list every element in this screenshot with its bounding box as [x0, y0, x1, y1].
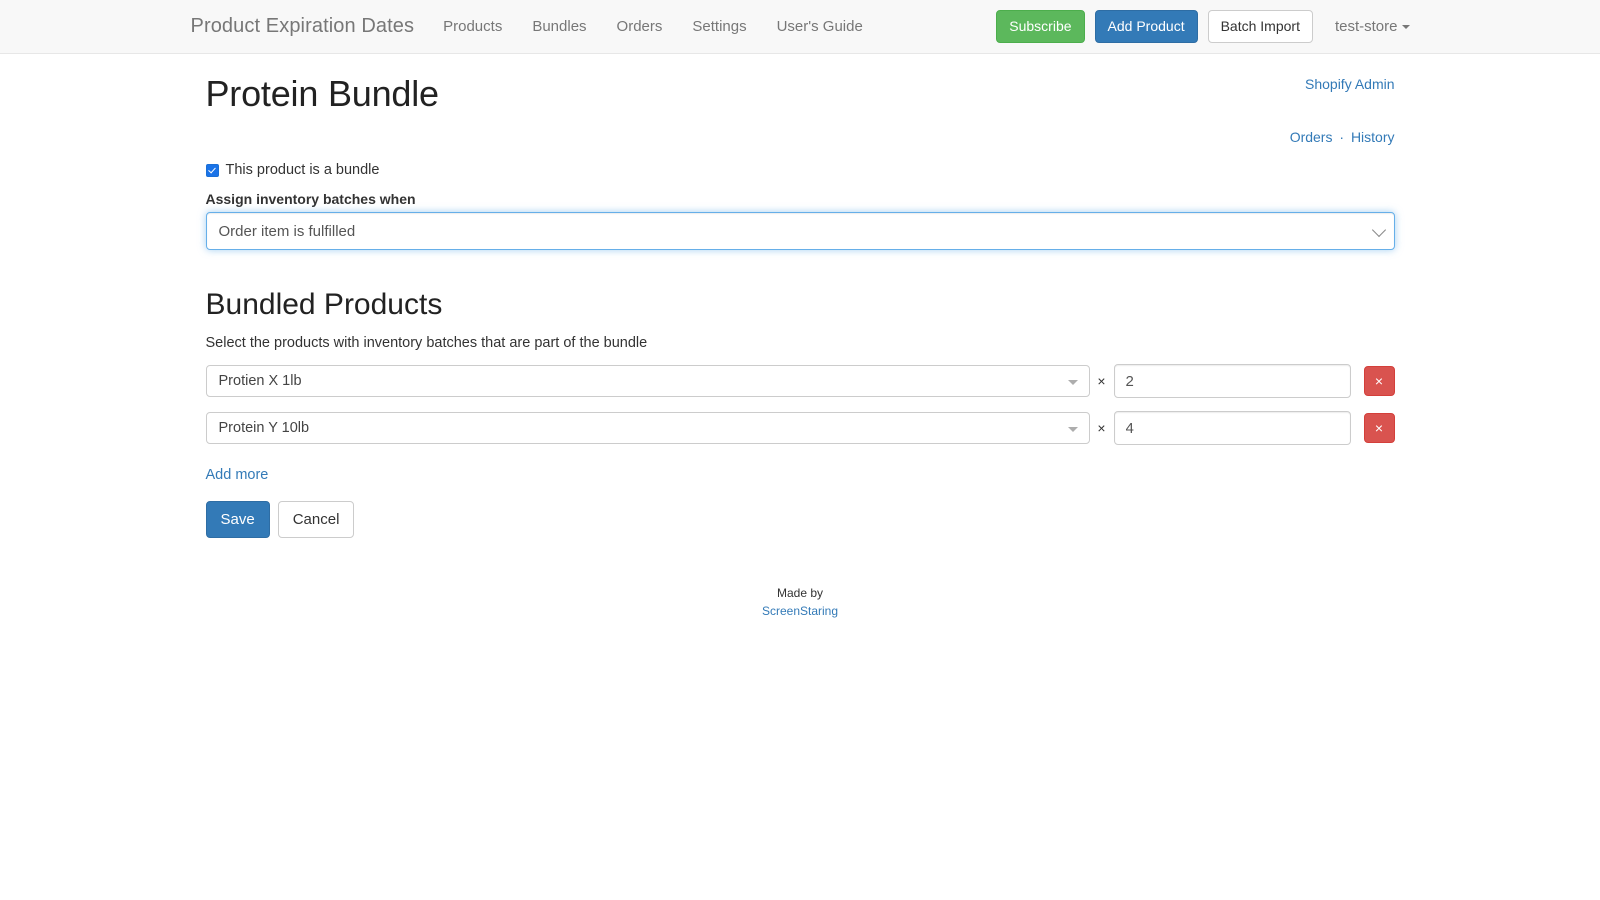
- quantity-input-2[interactable]: [1114, 411, 1351, 445]
- close-icon: ×: [1375, 374, 1383, 388]
- orders-link[interactable]: Orders: [1290, 129, 1333, 145]
- assign-batches-select[interactable]: Order item is fulfilled: [206, 212, 1395, 250]
- save-button[interactable]: Save: [206, 501, 270, 538]
- remove-row-button-2[interactable]: ×: [1364, 413, 1395, 443]
- bundled-product-row: Protien X 1lb × ×: [206, 364, 1395, 398]
- chevron-down-icon: [1371, 223, 1385, 237]
- nav-item-users-guide[interactable]: User's Guide: [762, 0, 878, 54]
- product-select-2-value: Protein Y 10lb: [219, 420, 310, 436]
- product-select-1-value: Protien X 1lb: [219, 373, 302, 389]
- author-link[interactable]: ScreenStaring: [762, 604, 838, 618]
- bundled-products-description: Select the products with inventory batch…: [206, 335, 1395, 351]
- chevron-down-icon: [1402, 25, 1410, 29]
- product-select-2[interactable]: Protein Y 10lb: [206, 412, 1090, 444]
- nav-item-products[interactable]: Products: [428, 0, 517, 54]
- bundled-product-row: Protein Y 10lb × ×: [206, 411, 1395, 445]
- assign-batches-label: Assign inventory batches when: [206, 191, 1395, 207]
- close-icon: ×: [1375, 421, 1383, 435]
- assign-batches-value: Order item is fulfilled: [219, 223, 356, 240]
- made-by-label: Made by: [206, 585, 1395, 602]
- form-actions: Save Cancel: [206, 501, 1395, 538]
- bundle-form: This product is a bundle Assign inventor…: [206, 161, 1395, 538]
- batch-import-button[interactable]: Batch Import: [1208, 10, 1313, 44]
- primary-nav: Products Bundles Orders Settings User's …: [428, 0, 878, 53]
- subscribe-button[interactable]: Subscribe: [996, 10, 1084, 44]
- product-select-1[interactable]: Protien X 1lb: [206, 365, 1090, 397]
- add-more-link[interactable]: Add more: [206, 467, 269, 483]
- multiply-symbol: ×: [1090, 420, 1114, 436]
- store-name-label: test-store: [1335, 18, 1398, 35]
- remove-row-button-1[interactable]: ×: [1364, 366, 1395, 396]
- navbar-actions: Subscribe Add Product Batch Import test-…: [996, 10, 1409, 44]
- page-container: Shopify Admin Protein Bundle Orders · Hi…: [191, 54, 1410, 620]
- navbar-inner: Product Expiration Dates Products Bundle…: [191, 0, 1410, 53]
- bundle-checkbox-label: This product is a bundle: [226, 162, 380, 178]
- add-product-button[interactable]: Add Product: [1095, 10, 1198, 44]
- top-navbar: Product Expiration Dates Products Bundle…: [0, 0, 1600, 54]
- link-separator: ·: [1336, 129, 1347, 145]
- caret-down-icon: [1068, 380, 1078, 385]
- store-dropdown[interactable]: test-store: [1323, 18, 1410, 35]
- caret-down-icon: [1068, 427, 1078, 432]
- bundle-checkbox[interactable]: [206, 164, 219, 177]
- page-title: Protein Bundle: [206, 74, 439, 114]
- nav-item-orders[interactable]: Orders: [602, 0, 678, 54]
- quantity-input-1[interactable]: [1114, 364, 1351, 398]
- multiply-symbol: ×: [1090, 373, 1114, 389]
- nav-item-settings[interactable]: Settings: [677, 0, 761, 54]
- history-link[interactable]: History: [1351, 129, 1395, 145]
- bundled-products-heading: Bundled Products: [206, 288, 1395, 321]
- bundle-checkbox-row: This product is a bundle: [206, 161, 1395, 179]
- record-links: Orders · History: [206, 129, 1395, 149]
- page-footer: Made by ScreenStaring: [206, 585, 1395, 620]
- app-brand[interactable]: Product Expiration Dates: [191, 15, 429, 38]
- cancel-button[interactable]: Cancel: [278, 501, 355, 538]
- shopify-admin-link[interactable]: Shopify Admin: [1305, 76, 1395, 92]
- nav-item-bundles[interactable]: Bundles: [517, 0, 601, 54]
